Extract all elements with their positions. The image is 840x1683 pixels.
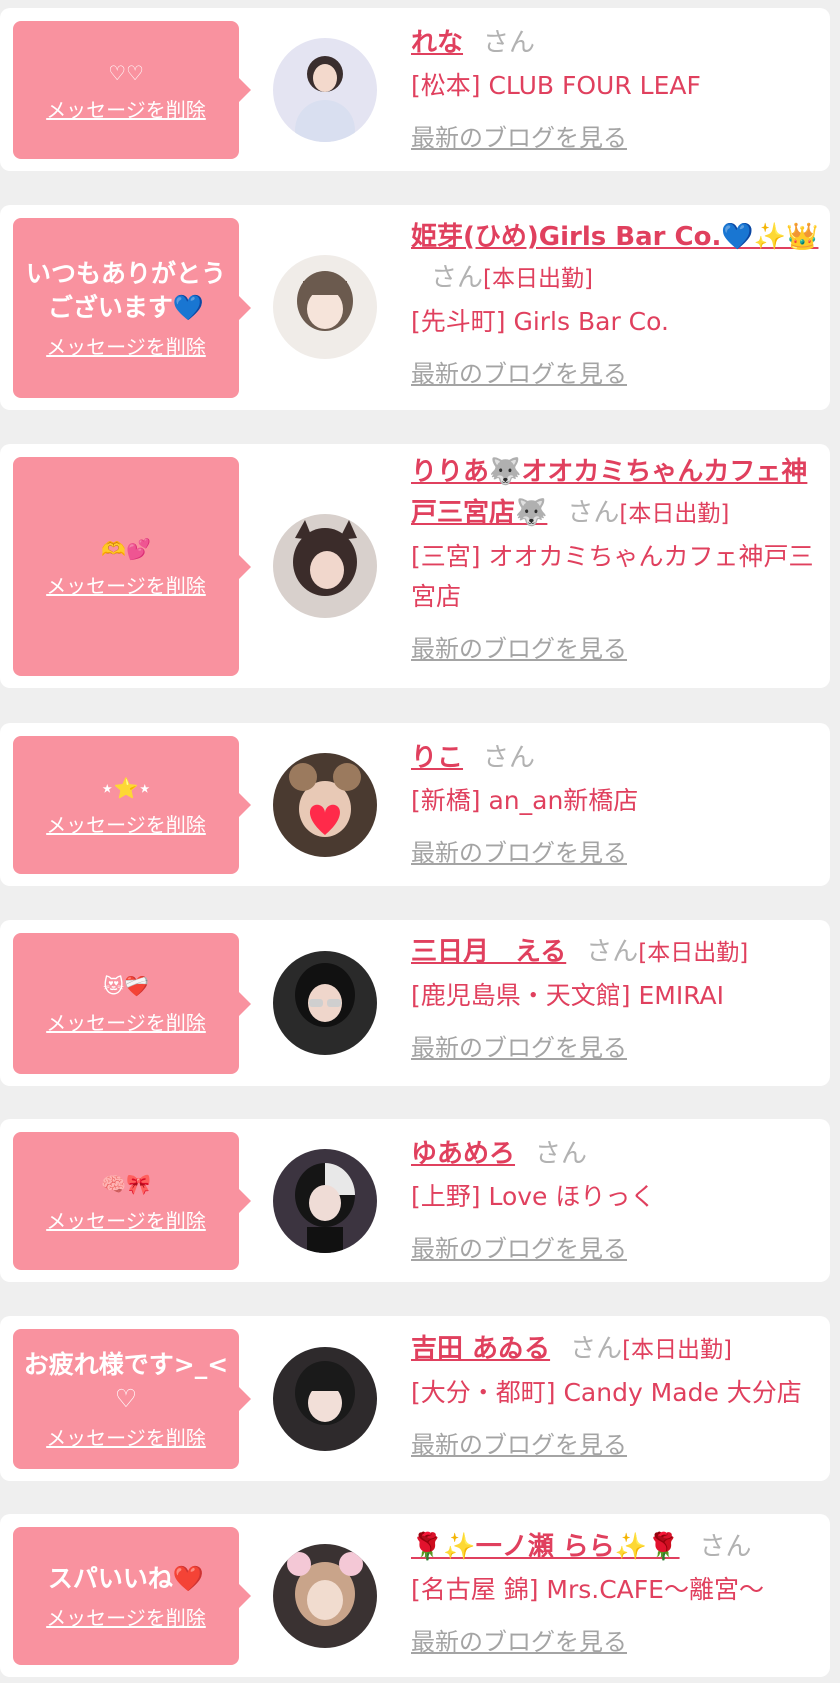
message-text: お疲れ様です>_< ♡ — [23, 1349, 229, 1413]
cast-info: りりあ🐺オオカミちゃんカフェ神戸三宮店🐺 さん[本日出勤] [三宮] オオカミちゃ… — [411, 452, 821, 664]
list-item: 🫶💕 メッセージを削除 りりあ🐺オオカミちゃんカフェ神戸三宮店🐺 さん[本日出勤]… — [0, 444, 830, 688]
delete-message-link[interactable]: メッセージを削除 — [46, 331, 206, 360]
shop-name: [名古屋 錦] Mrs.CAFE〜離宮〜 — [411, 1575, 764, 1604]
shop-name: [大分・都町] Candy Made 大分店 — [411, 1378, 802, 1407]
shop-name: [先斗町] Girls Bar Co. — [411, 307, 669, 336]
message-text: いつもありがとう ございます💙 — [25, 258, 226, 322]
honorific: さん — [483, 743, 536, 773]
avatar[interactable] — [273, 951, 377, 1055]
list-item: いつもありがとう ございます💙 メッセージを削除 姫芽(ひめ)Girls Bar… — [0, 205, 830, 410]
list-item: スパいいね❤️ メッセージを削除 🌹✨一ノ瀬 らら✨🌹 さん [名古屋 錦] Mr… — [0, 1514, 830, 1677]
delete-message-link[interactable]: メッセージを削除 — [46, 94, 206, 123]
cast-name-link[interactable]: りこ — [411, 743, 463, 773]
cast-info: 🌹✨一ノ瀬 らら✨🌹 さん [名古屋 錦] Mrs.CAFE〜離宮〜 最新のブログ… — [411, 1527, 821, 1657]
message-bubble: 🧠🎀 メッセージを削除 — [13, 1132, 251, 1270]
message-bubble: お疲れ様です>_< ♡ メッセージを削除 — [13, 1329, 251, 1469]
latest-blog-link[interactable]: 最新のブログを見る — [411, 1425, 627, 1460]
delete-message-link[interactable]: メッセージを削除 — [46, 1205, 206, 1234]
shop-name: [新橋] an_an新橋店 — [411, 786, 639, 815]
message-text: 🧠🎀 — [101, 1171, 151, 1196]
message-bubble: 🫶💕 メッセージを削除 — [13, 457, 251, 676]
message-bubble: 😻❤️‍🩹 メッセージを削除 — [13, 933, 251, 1074]
cast-info: りこ さん [新橋] an_an新橋店 最新のブログを見る — [411, 738, 821, 868]
honorific: さん — [567, 498, 620, 528]
cast-name-link[interactable]: 三日月 える — [411, 937, 566, 967]
honorific: さん — [586, 937, 639, 967]
latest-blog-link[interactable]: 最新のブログを見る — [411, 354, 627, 389]
message-bubble: ⋆⭐⋆ メッセージを削除 — [13, 736, 251, 874]
message-text: 😻❤️‍🩹 — [103, 974, 149, 998]
delete-message-link[interactable]: メッセージを削除 — [46, 1602, 206, 1631]
shop-name: [松本] CLUB FOUR LEAF — [411, 71, 701, 100]
avatar[interactable] — [273, 514, 377, 618]
avatar[interactable] — [273, 1149, 377, 1253]
latest-blog-link[interactable]: 最新のブログを見る — [411, 1229, 627, 1264]
cast-name-link[interactable]: ゆあめろ — [411, 1139, 515, 1169]
honorific: さん — [699, 1532, 752, 1562]
cast-name-link[interactable]: 吉田 あゐる — [411, 1334, 550, 1364]
list-item: 😻❤️‍🩹 メッセージを削除 三日月 える さん[本日出勤] [鹿児島県・天文館]… — [0, 920, 830, 1086]
cast-name-link[interactable]: れな — [411, 28, 463, 58]
avatar[interactable] — [273, 1347, 377, 1451]
working-today-badge: [本日出勤] — [483, 266, 593, 292]
list-item: 🧠🎀 メッセージを削除 ゆあめろ さん [上野] Love ほりっく 最新のブログ… — [0, 1119, 830, 1282]
message-text: 🫶💕 — [101, 537, 151, 561]
avatar[interactable] — [273, 255, 377, 359]
list-item: ⋆⭐⋆ メッセージを削除 りこ さん [新橋] an_an新橋店 最新のブログを見… — [0, 723, 830, 886]
honorific: さん — [535, 1139, 588, 1169]
delete-message-link[interactable]: メッセージを削除 — [46, 570, 206, 599]
working-today-badge: [本日出勤] — [638, 940, 749, 966]
delete-message-link[interactable]: メッセージを削除 — [46, 1007, 206, 1036]
message-text: ♡♡ — [108, 60, 144, 85]
avatar[interactable] — [273, 753, 377, 857]
shop-name: [鹿児島県・天文館] EMIRAI — [411, 981, 725, 1010]
shop-name: [上野] Love ほりっく — [411, 1182, 656, 1211]
honorific: さん — [431, 263, 484, 293]
working-today-badge: [本日出勤] — [622, 1337, 733, 1363]
message-text: スパいいね❤️ — [47, 1563, 205, 1593]
shop-name: [三宮] オオカミちゃんカフェ神戸三宮店 — [411, 542, 814, 611]
cast-name-link[interactable]: 🌹✨一ノ瀬 らら✨🌹 — [411, 1532, 680, 1562]
latest-blog-link[interactable]: 最新のブログを見る — [411, 1622, 627, 1657]
message-bubble: スパいいね❤️ メッセージを削除 — [13, 1527, 251, 1665]
delete-message-link[interactable]: メッセージを削除 — [46, 809, 206, 838]
working-today-badge: [本日出勤] — [619, 501, 730, 527]
latest-blog-link[interactable]: 最新のブログを見る — [411, 629, 627, 664]
cast-info: ゆあめろ さん [上野] Love ほりっく 最新のブログを見る — [411, 1134, 821, 1264]
avatar[interactable] — [273, 38, 377, 142]
latest-blog-link[interactable]: 最新のブログを見る — [411, 1028, 627, 1063]
cast-info: れな さん [松本] CLUB FOUR LEAF 最新のブログを見る — [411, 23, 821, 153]
avatar[interactable] — [273, 1544, 377, 1648]
message-text: ⋆⭐⋆ — [101, 775, 151, 800]
delete-message-link[interactable]: メッセージを削除 — [46, 1422, 206, 1451]
honorific: さん — [483, 28, 536, 58]
message-bubble: ♡♡ メッセージを削除 — [13, 21, 251, 159]
cast-info: 姫芽(ひめ)Girls Bar Co.💙✨👑 さん[本日出勤] [先斗町] Gir… — [411, 217, 821, 389]
latest-blog-link[interactable]: 最新のブログを見る — [411, 833, 627, 868]
cast-info: 三日月 える さん[本日出勤] [鹿児島県・天文館] EMIRAI 最新のブログを… — [411, 932, 821, 1063]
cast-info: 吉田 あゐる さん[本日出勤] [大分・都町] Candy Made 大分店 最新… — [411, 1329, 821, 1460]
cast-name-link[interactable]: 姫芽(ひめ)Girls Bar Co.💙✨👑 — [411, 222, 818, 252]
list-item: ♡♡ メッセージを削除 れな さん [松本] CLUB FOUR LEAF 最新の… — [0, 8, 830, 171]
latest-blog-link[interactable]: 最新のブログを見る — [411, 118, 627, 153]
message-bubble: いつもありがとう ございます💙 メッセージを削除 — [13, 218, 251, 398]
honorific: さん — [570, 1334, 623, 1364]
list-item: お疲れ様です>_< ♡ メッセージを削除 吉田 あゐる さん[本日出勤] [大分・… — [0, 1316, 830, 1481]
